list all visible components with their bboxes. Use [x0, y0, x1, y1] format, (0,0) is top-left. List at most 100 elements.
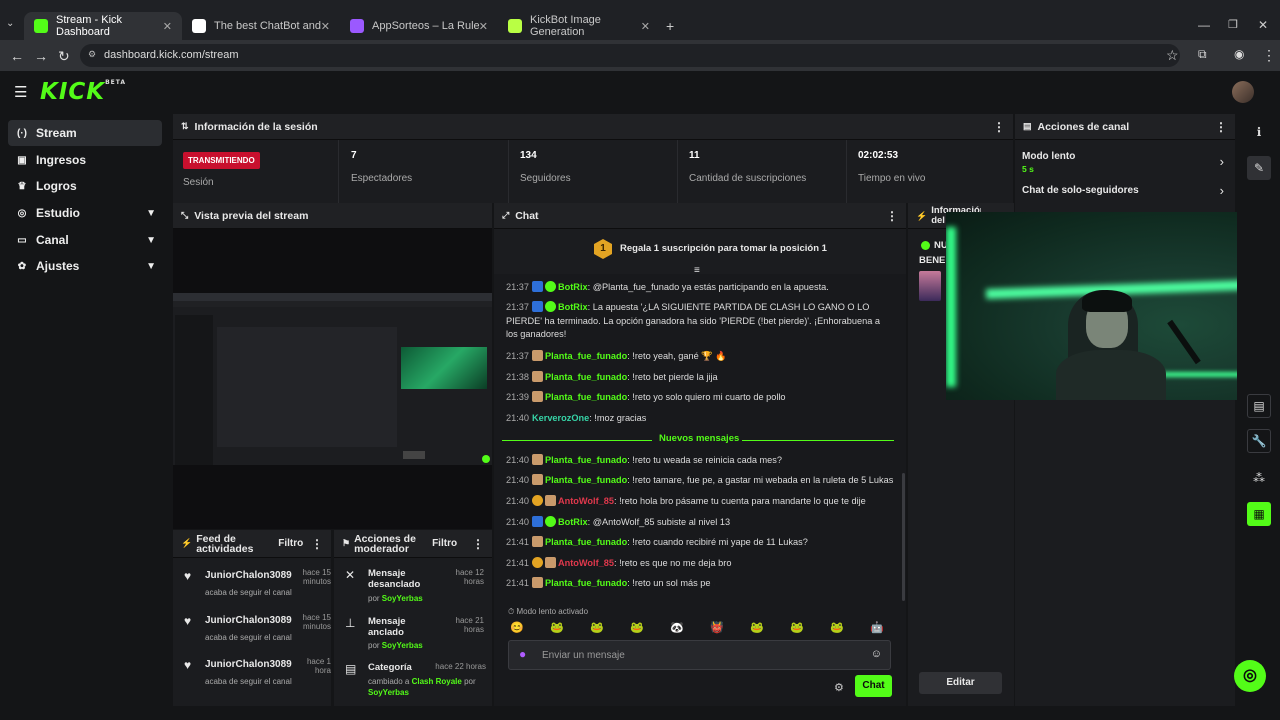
filter-button[interactable]: Filtro: [278, 538, 303, 549]
pinned-gift-banner[interactable]: 1 Regala 1 suscripción para tomar la pos…: [494, 229, 906, 276]
browser-tab-kickbot[interactable]: KickBot Image Generation ✕: [498, 12, 660, 40]
restore-icon[interactable]: ❐: [1228, 18, 1238, 31]
support-chat-icon[interactable]: ◎: [1234, 660, 1266, 692]
activity-action: acaba de seguir el canal: [205, 633, 292, 642]
close-window-icon[interactable]: ✕: [1258, 18, 1268, 32]
verified-badge-icon: [545, 281, 556, 292]
stat-value: 7: [351, 150, 357, 161]
message-username[interactable]: Planta_fue_funado: [545, 475, 627, 485]
hamburger-menu-icon[interactable]: ☰: [14, 83, 27, 101]
message-time: 21:40: [506, 455, 529, 465]
microphone-icon[interactable]: ●: [519, 647, 526, 661]
more-options-icon[interactable]: ⋮: [993, 120, 1005, 134]
forward-icon[interactable]: →: [34, 48, 48, 64]
user-badge-icon: [532, 350, 543, 361]
panel-title: Chat: [515, 209, 539, 222]
emote-icon[interactable]: 🐸: [630, 621, 644, 634]
message-username[interactable]: BotRix: [558, 282, 588, 292]
emote-icon[interactable]: 😊: [510, 621, 524, 634]
browser-tab-chatbot[interactable]: The best ChatBot and Widgets ✕: [182, 12, 340, 40]
message-time: 21:40: [506, 496, 529, 506]
user-avatar[interactable]: [1232, 81, 1254, 103]
tab-search-icon[interactable]: ⌄: [6, 18, 14, 29]
emote-icon[interactable]: 🐸: [750, 621, 764, 634]
url-field[interactable]: ⚙ dashboard.kick.com/stream: [80, 44, 1180, 67]
edit-stream-button[interactable]: Editar: [919, 672, 1002, 694]
stream-preview-video[interactable]: [173, 293, 492, 465]
stat-label: Sesión: [183, 177, 214, 188]
sidebar-item-ajustes[interactable]: ✿ Ajustes ▼: [8, 253, 162, 279]
more-options-icon[interactable]: ⋮: [311, 537, 323, 551]
emote-icon[interactable]: 🐸: [590, 621, 604, 634]
chat-message: 21:40 KerverozOne: !moz gracias: [506, 412, 894, 426]
emote-icon[interactable]: 🐸: [830, 621, 844, 634]
minimize-icon[interactable]: —: [1198, 18, 1210, 32]
wrench-icon[interactable]: 🔧: [1247, 429, 1271, 453]
sidebar-item-logros[interactable]: ♛ Logros: [8, 173, 162, 199]
chat-input[interactable]: ● Enviar un mensaje ☺: [508, 640, 891, 670]
expand-icon[interactable]: ⤡: [181, 210, 188, 221]
message-username[interactable]: BotRix: [558, 302, 588, 312]
message-username[interactable]: Planta_fue_funado: [545, 455, 627, 465]
chat-scrollbar[interactable]: [902, 473, 905, 601]
send-chat-button[interactable]: Chat: [855, 675, 892, 697]
sidebar-item-estudio[interactable]: ◎ Estudio ▼: [8, 200, 162, 226]
site-info-icon[interactable]: ⚙: [88, 49, 96, 60]
browser-tab-kick[interactable]: Stream - Kick Dashboard ✕: [24, 12, 182, 40]
emote-icon[interactable]: 🐼: [670, 621, 684, 634]
message-username[interactable]: Planta_fue_funado: [545, 578, 627, 588]
emote-icon[interactable]: 🐸: [790, 621, 804, 634]
connections-icon[interactable]: ⁂: [1247, 466, 1271, 490]
message-username[interactable]: Planta_fue_funado: [545, 392, 627, 402]
message-username[interactable]: Planta_fue_funado: [545, 537, 627, 547]
sidebar-item-ingresos[interactable]: ▣ Ingresos: [8, 147, 162, 173]
action-by: por SoyYerbas: [368, 641, 423, 650]
browser-menu-icon[interactable]: ⋮: [1262, 47, 1276, 64]
sidebar-item-canal[interactable]: ▭ Canal ▼: [8, 227, 162, 253]
extensions-icon[interactable]: ⧉: [1198, 47, 1207, 62]
close-icon[interactable]: ✕: [641, 20, 650, 33]
reload-icon[interactable]: ↻: [58, 48, 70, 65]
sidebar-item-stream[interactable]: (·) Stream: [8, 120, 162, 146]
more-options-icon[interactable]: ⋮: [1215, 120, 1227, 134]
emote-icon[interactable]: 👹: [710, 621, 724, 634]
unpin-icon: ✕: [345, 568, 356, 582]
message-username[interactable]: Planta_fue_funado: [545, 372, 627, 382]
expand-pinned-icon[interactable]: ≡: [694, 265, 700, 276]
emoji-picker-icon[interactable]: ☺: [871, 648, 882, 660]
profile-icon[interactable]: ◉: [1234, 47, 1244, 61]
list-icon[interactable]: ▤: [1247, 394, 1271, 418]
message-username[interactable]: KerverozOne: [532, 413, 589, 423]
slow-mode-label: Modo lento: [1022, 151, 1076, 162]
new-tab-icon[interactable]: +: [666, 18, 674, 34]
info-icon[interactable]: ℹ: [1247, 120, 1271, 144]
followers-only-row[interactable]: Chat de solo-seguidores ›: [1022, 183, 1228, 201]
close-icon[interactable]: ✕: [163, 20, 172, 33]
message-username[interactable]: Planta_fue_funado: [545, 351, 627, 361]
more-options-icon[interactable]: ⋮: [886, 209, 898, 223]
activity-user[interactable]: JuniorChalon3089: [205, 570, 292, 581]
kick-logo[interactable]: KICKBETA: [40, 79, 126, 105]
activity-user[interactable]: JuniorChalon3089: [205, 615, 292, 626]
back-icon[interactable]: ←: [10, 48, 24, 64]
edit-pencil-icon[interactable]: ✎: [1247, 156, 1271, 180]
browser-tab-appsorteos[interactable]: AppSorteos – La Ruleta de la Su ✕: [340, 12, 498, 40]
chat-settings-icon[interactable]: ⚙: [834, 681, 844, 694]
close-icon[interactable]: ✕: [479, 20, 488, 33]
close-icon[interactable]: ✕: [321, 20, 330, 33]
more-options-icon[interactable]: ⋮: [472, 537, 484, 551]
heart-icon: ♥: [184, 658, 192, 672]
message-username[interactable]: AntoWolf_85: [558, 558, 614, 568]
bookmark-star-icon[interactable]: ☆: [1166, 47, 1179, 64]
clapper-icon[interactable]: ▦: [1247, 502, 1271, 526]
slow-mode-row[interactable]: Modo lento 5 s ›: [1022, 151, 1228, 177]
emote-icon[interactable]: 🐸: [550, 621, 564, 634]
message-username[interactable]: AntoWolf_85: [558, 496, 614, 506]
chat-icon: ⤢: [502, 210, 510, 220]
user-badge-icon: [532, 536, 543, 547]
message-username[interactable]: BotRix: [558, 517, 588, 527]
stat-label: Espectadores: [351, 173, 413, 184]
filter-button[interactable]: Filtro: [432, 538, 457, 549]
emote-icon[interactable]: 🤖: [870, 621, 884, 634]
activity-user[interactable]: JuniorChalon3089: [205, 659, 292, 670]
